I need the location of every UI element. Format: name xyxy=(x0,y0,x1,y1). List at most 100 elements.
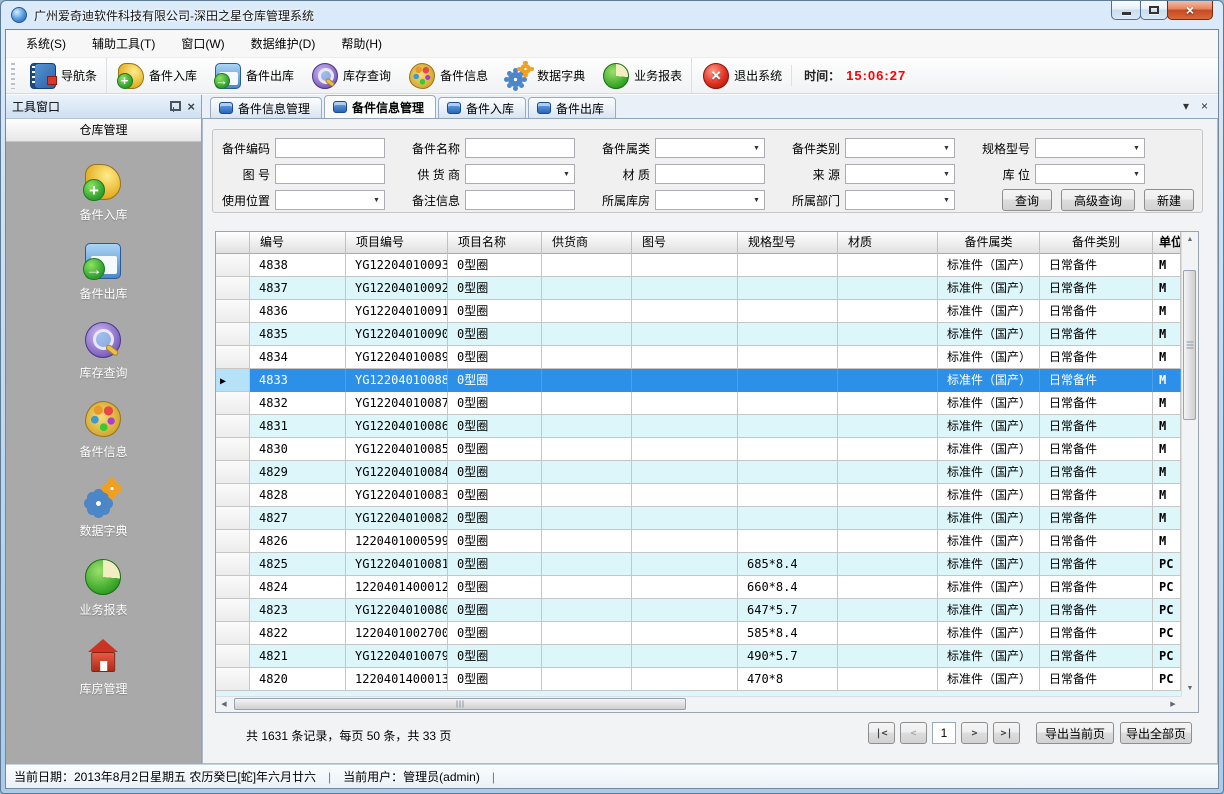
cell-category[interactable]: 标准件（国产） xyxy=(938,438,1040,461)
field-text-input[interactable] xyxy=(466,140,574,156)
cell-drawing-no[interactable] xyxy=(632,392,738,415)
cell-project-name[interactable]: 0型圈 xyxy=(448,576,542,599)
cell-supplier[interactable] xyxy=(542,553,632,576)
field-input[interactable]: ▼ xyxy=(465,164,575,184)
column-header[interactable]: 供货商 xyxy=(542,232,632,254)
field-input[interactable]: ▼ xyxy=(655,138,765,158)
cell-drawing-no[interactable] xyxy=(632,576,738,599)
row-indicator-cell[interactable]: ▶ xyxy=(216,415,250,438)
cell-kind[interactable]: 日常备件 xyxy=(1040,507,1153,530)
cell-project-no[interactable]: 1220401400013 xyxy=(346,668,448,691)
cell-category[interactable]: 标准件（国产） xyxy=(938,369,1040,392)
table-row[interactable]: ▶ 4832 YG12204010087 0型圈 标准件（国产） 日 xyxy=(216,392,1181,415)
row-indicator-cell[interactable]: ▶ xyxy=(216,392,250,415)
cell-project-no[interactable]: YG12204010079 xyxy=(346,645,448,668)
cell-category[interactable]: 标准件（国产） xyxy=(938,668,1040,691)
row-indicator-cell[interactable]: ▶ xyxy=(216,530,250,553)
cell-project-name[interactable]: 0型圈 xyxy=(448,323,542,346)
field-input[interactable]: ▼ xyxy=(275,138,385,158)
cell-project-no[interactable]: 1220401400012 xyxy=(346,576,448,599)
cell-no[interactable]: 4833 xyxy=(250,369,346,392)
cell-spec[interactable] xyxy=(738,392,838,415)
cell-spec[interactable] xyxy=(738,507,838,530)
row-indicator-cell[interactable]: ▶ xyxy=(216,461,250,484)
cell-supplier[interactable] xyxy=(542,369,632,392)
row-indicator-cell[interactable]: ▶ xyxy=(216,346,250,369)
cell-drawing-no[interactable] xyxy=(632,553,738,576)
cell-spec[interactable]: 585*8.4 xyxy=(738,622,838,645)
cell-drawing-no[interactable] xyxy=(632,645,738,668)
cell-kind[interactable]: 日常备件 xyxy=(1040,576,1153,599)
data-dict-toolbar-button[interactable]: 数据字典 xyxy=(497,58,594,93)
cell-supplier[interactable] xyxy=(542,599,632,622)
cell-drawing-no[interactable] xyxy=(632,277,738,300)
cell-unit[interactable]: M xyxy=(1153,507,1181,530)
tab-close-icon[interactable]: × xyxy=(1201,99,1208,113)
row-indicator-cell[interactable]: ▶ xyxy=(216,300,250,323)
table-row[interactable]: ▶ 4822 1220401002700 0型圈 585*8.4 标准件（国产） xyxy=(216,622,1181,645)
menu-item[interactable]: 帮助(H) xyxy=(341,35,382,52)
cell-drawing-no[interactable] xyxy=(632,438,738,461)
tab[interactable]: 备件信息管理 xyxy=(210,97,322,118)
cell-no[interactable]: 4824 xyxy=(250,576,346,599)
cell-project-no[interactable]: YG12204010093 xyxy=(346,254,448,277)
vertical-scrollbar[interactable]: ▲ ▼ xyxy=(1181,232,1198,696)
cell-no[interactable]: 4823 xyxy=(250,599,346,622)
cell-drawing-no[interactable] xyxy=(632,346,738,369)
column-header[interactable]: 单位 xyxy=(1153,232,1181,254)
column-header[interactable]: 项目名称 xyxy=(448,232,542,254)
cell-material[interactable] xyxy=(838,392,938,415)
horizontal-scrollbar[interactable]: ◀ ▶ xyxy=(216,696,1181,712)
field-text-input[interactable] xyxy=(276,166,384,182)
cell-supplier[interactable] xyxy=(542,484,632,507)
cell-category[interactable]: 标准件（国产） xyxy=(938,277,1040,300)
cell-unit[interactable]: M xyxy=(1153,254,1181,277)
combo-arrow-icon[interactable]: ▼ xyxy=(559,171,574,178)
cell-category[interactable]: 标准件（国产） xyxy=(938,484,1040,507)
cell-kind[interactable]: 日常备件 xyxy=(1040,369,1153,392)
cell-supplier[interactable] xyxy=(542,346,632,369)
cell-category[interactable]: 标准件（国产） xyxy=(938,323,1040,346)
cell-material[interactable] xyxy=(838,507,938,530)
cell-spec[interactable]: 685*8.4 xyxy=(738,553,838,576)
field-text-input[interactable] xyxy=(846,166,939,182)
cell-supplier[interactable] xyxy=(542,254,632,277)
pin-icon[interactable] xyxy=(168,100,179,113)
cell-material[interactable] xyxy=(838,599,938,622)
cell-material[interactable] xyxy=(838,369,938,392)
cell-supplier[interactable] xyxy=(542,461,632,484)
cell-project-name[interactable]: 0型圈 xyxy=(448,599,542,622)
cell-no[interactable]: 4828 xyxy=(250,484,346,507)
cell-supplier[interactable] xyxy=(542,277,632,300)
cell-project-name[interactable]: 0型圈 xyxy=(448,530,542,553)
cell-spec[interactable]: 490*5.7 xyxy=(738,645,838,668)
cell-material[interactable] xyxy=(838,668,938,691)
combo-arrow-icon[interactable]: ▼ xyxy=(939,171,954,178)
cell-material[interactable] xyxy=(838,622,938,645)
table-row[interactable]: ▶ 4835 YG12204010090 0型圈 标准件（国产） 日 xyxy=(216,323,1181,346)
parts-info-toolbar-button[interactable]: 备件信息 xyxy=(400,58,497,93)
row-indicator-cell[interactable]: ▶ xyxy=(216,323,250,346)
combo-arrow-icon[interactable]: ▼ xyxy=(749,145,764,152)
cell-project-name[interactable]: 0型圈 xyxy=(448,645,542,668)
cell-spec[interactable] xyxy=(738,438,838,461)
cell-kind[interactable]: 日常备件 xyxy=(1040,254,1153,277)
cell-kind[interactable]: 日常备件 xyxy=(1040,346,1153,369)
column-header[interactable]: 备件类别 xyxy=(1040,232,1153,254)
table-row[interactable]: ▶ 4830 YG12204010085 0型圈 标准件（国产） 日 xyxy=(216,438,1181,461)
combo-arrow-icon[interactable]: ▼ xyxy=(369,197,384,204)
cell-spec[interactable] xyxy=(738,415,838,438)
cell-supplier[interactable] xyxy=(542,415,632,438)
cell-no[interactable]: 4829 xyxy=(250,461,346,484)
cell-kind[interactable]: 日常备件 xyxy=(1040,438,1153,461)
cell-drawing-no[interactable] xyxy=(632,323,738,346)
sidebar-close-icon[interactable]: × xyxy=(187,100,195,113)
cell-kind[interactable]: 日常备件 xyxy=(1040,277,1153,300)
cell-spec[interactable] xyxy=(738,484,838,507)
parts-out-sidebar-item[interactable]: 备件出库 xyxy=(79,243,127,302)
cell-kind[interactable]: 日常备件 xyxy=(1040,599,1153,622)
cell-unit[interactable]: M xyxy=(1153,484,1181,507)
cell-unit[interactable]: M xyxy=(1153,277,1181,300)
cell-supplier[interactable] xyxy=(542,300,632,323)
table-row[interactable]: ▶ 4837 YG12204010092 0型圈 标准件（国产） 日 xyxy=(216,277,1181,300)
